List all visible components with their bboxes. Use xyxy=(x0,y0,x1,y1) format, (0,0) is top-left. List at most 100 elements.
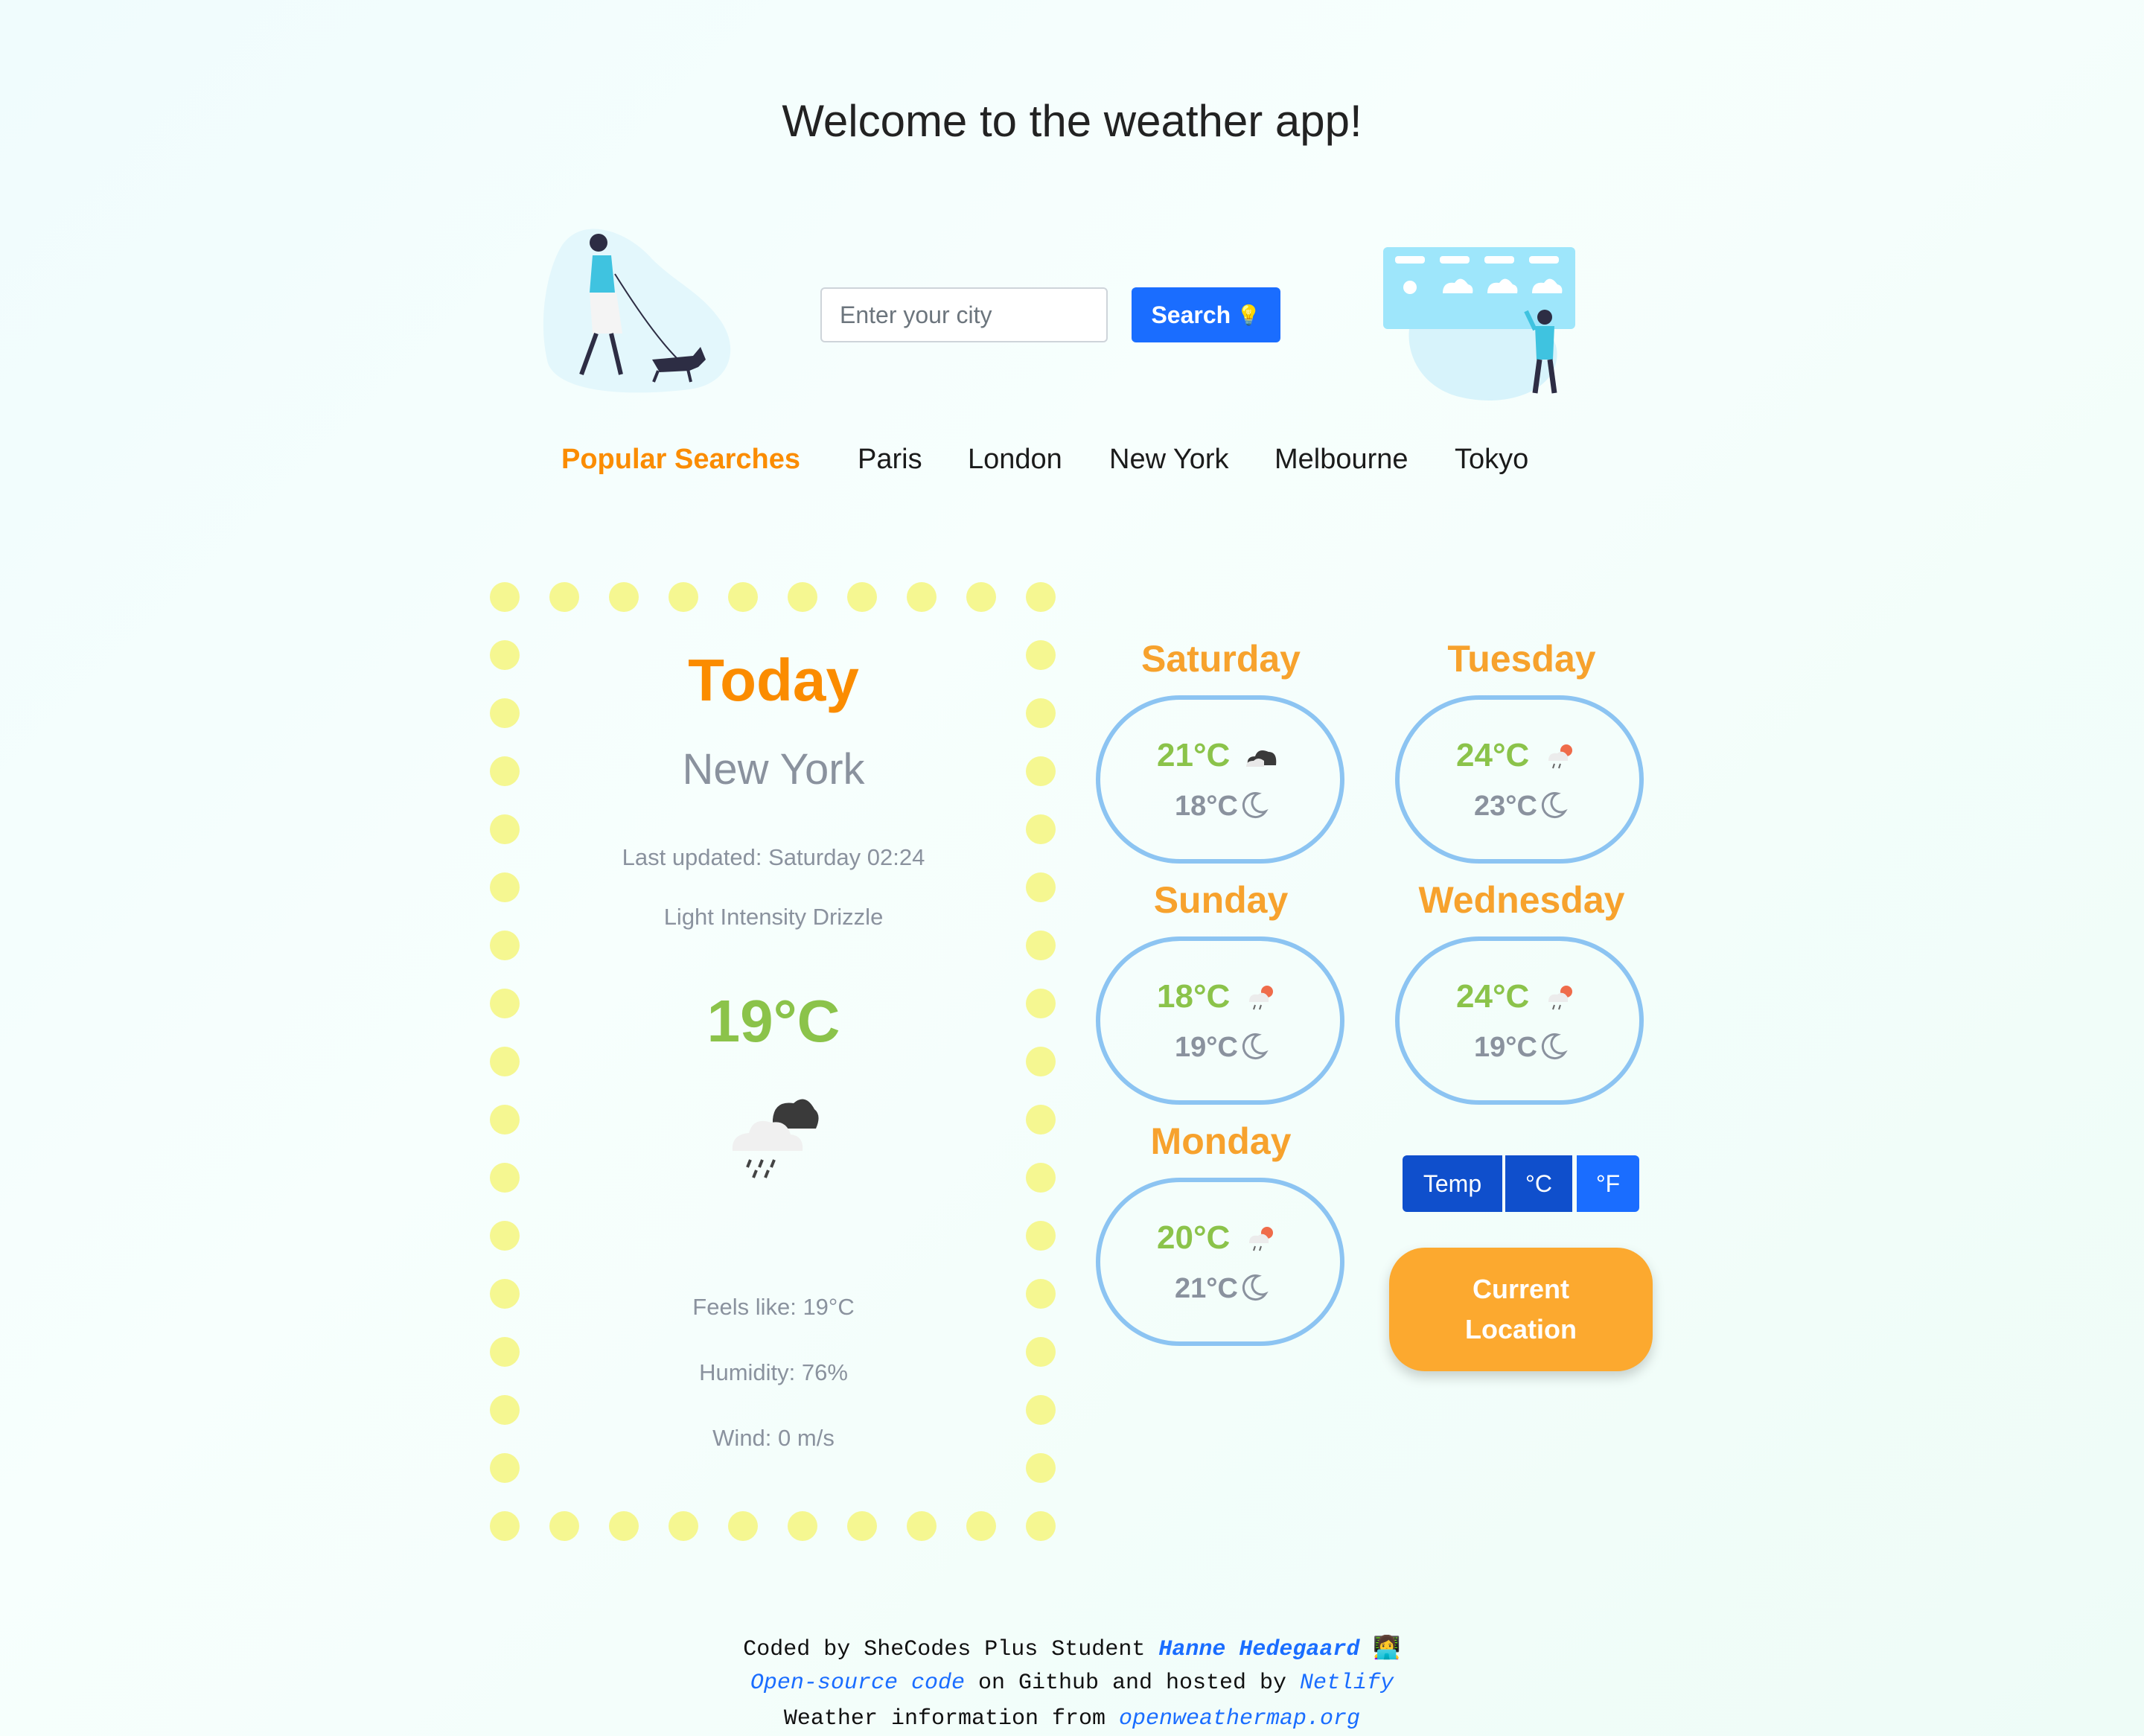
forecast-low: 21°C xyxy=(1175,1273,1238,1304)
moon-icon xyxy=(1541,792,1568,819)
border-dot xyxy=(1026,814,1056,844)
forecast-high: 24°C xyxy=(1456,978,1530,1015)
border-dot xyxy=(549,582,579,612)
footer-weather-text: Weather information from xyxy=(783,1706,1119,1732)
border-dot xyxy=(788,582,817,612)
author-link[interactable]: Hanne Hedegaard xyxy=(1158,1637,1359,1662)
forecast-day-label: Tuesday xyxy=(1447,638,1596,680)
forecast-low: 19°C xyxy=(1474,1032,1537,1063)
temp-unit-label-button[interactable]: Temp xyxy=(1403,1155,1502,1212)
moon-icon xyxy=(1541,1033,1568,1060)
forecast-high: 21°C xyxy=(1157,737,1231,773)
border-dot xyxy=(490,931,520,960)
city-name: New York xyxy=(682,745,865,794)
netlify-link[interactable]: Netlify xyxy=(1300,1670,1394,1696)
forecast-oval xyxy=(1096,695,1344,864)
border-dot xyxy=(728,1511,758,1541)
coder-emoji-icon: 👩‍💻 xyxy=(1373,1637,1401,1662)
footer-source-text: on Github and hosted by xyxy=(964,1670,1301,1696)
border-dot xyxy=(490,814,520,844)
city-search-input[interactable] xyxy=(820,287,1108,342)
search-button[interactable]: Search 💡 xyxy=(1132,287,1280,342)
footer-credit: Coded by SheCodes Plus Student Hanne Hed… xyxy=(0,1635,2144,1662)
source-code-link[interactable]: Open-source code xyxy=(750,1670,965,1696)
moon-icon xyxy=(1242,792,1269,819)
forecast-low: 19°C xyxy=(1175,1032,1238,1063)
border-dot xyxy=(1026,1511,1056,1541)
border-dot xyxy=(1026,582,1056,612)
forecast-day-label: Monday xyxy=(1150,1120,1292,1162)
current-location-line1: Current xyxy=(1472,1274,1569,1304)
page-title: Welcome to the weather app! xyxy=(782,96,1362,146)
border-dot xyxy=(1026,1105,1056,1135)
forecast-high: 18°C xyxy=(1157,978,1231,1015)
popular-city-melbourne[interactable]: Melbourne xyxy=(1274,444,1408,476)
celsius-button[interactable]: °C xyxy=(1505,1155,1572,1212)
popular-city-tokyo[interactable]: Tokyo xyxy=(1455,444,1528,476)
border-dot xyxy=(1026,931,1056,960)
rain-cloud-icon xyxy=(732,1099,819,1178)
border-dot xyxy=(1026,1221,1056,1251)
border-dot xyxy=(728,582,758,612)
border-dot xyxy=(1026,1453,1056,1483)
border-dot xyxy=(966,1511,996,1541)
border-dot xyxy=(490,582,520,612)
today-heading: Today xyxy=(688,647,859,713)
forecast-low: 18°C xyxy=(1175,791,1238,822)
border-dot xyxy=(847,1511,877,1541)
sun-rain-icon xyxy=(1548,986,1572,1010)
fahrenheit-button[interactable]: °F xyxy=(1577,1155,1639,1212)
forecast-oval xyxy=(1395,936,1644,1105)
weather-board-illustration xyxy=(1383,247,1575,401)
forecast-oval xyxy=(1096,936,1344,1105)
woman-walking-dog-illustration xyxy=(543,229,731,393)
border-dot xyxy=(847,582,877,612)
humidity: Humidity: 76% xyxy=(699,1359,848,1385)
wind-speed: Wind: 0 m/s xyxy=(712,1425,835,1451)
feels-like: Feels like: 19°C xyxy=(692,1294,855,1320)
sun-rain-icon xyxy=(1548,744,1572,769)
border-dot xyxy=(549,1511,579,1541)
lightbulb-icon: 💡 xyxy=(1237,303,1261,326)
forecast-oval xyxy=(1395,695,1644,864)
popular-city-paris[interactable]: Paris xyxy=(858,444,922,476)
border-dot xyxy=(669,1511,698,1541)
border-dot xyxy=(490,1395,520,1425)
openweathermap-link[interactable]: openweathermap.org xyxy=(1119,1706,1360,1732)
weather-description: Light Intensity Drizzle xyxy=(663,904,884,930)
border-dot xyxy=(788,1511,817,1541)
border-dot xyxy=(490,1221,520,1251)
popular-searches-heading: Popular Searches xyxy=(561,444,801,475)
moon-icon xyxy=(1242,1033,1269,1060)
cloud-icon xyxy=(1246,750,1277,767)
forecast-high: 20°C xyxy=(1157,1219,1231,1256)
forecast-day-label: Saturday xyxy=(1141,638,1301,680)
border-dot xyxy=(490,872,520,902)
current-location-line2: Location xyxy=(1465,1314,1577,1344)
border-dot xyxy=(907,582,937,612)
border-dot xyxy=(490,1453,520,1483)
popular-searches-bar: Popular Searches Paris London New York M… xyxy=(0,444,2144,488)
search-button-label: Search xyxy=(1151,301,1231,328)
sun-rain-icon xyxy=(1249,1227,1273,1251)
forecast-high: 24°C xyxy=(1456,737,1530,773)
border-dot xyxy=(1026,872,1056,902)
forecast-low: 23°C xyxy=(1474,791,1537,822)
border-dot xyxy=(609,1511,639,1541)
popular-city-london[interactable]: London xyxy=(968,444,1062,476)
border-dot xyxy=(609,582,639,612)
border-dot xyxy=(1026,1163,1056,1193)
footer-credit-text: Coded by SheCodes Plus Student xyxy=(743,1637,1159,1662)
border-dot xyxy=(490,1511,520,1541)
footer-source: Open-source code on Github and hosted by… xyxy=(0,1670,2144,1696)
forecast-day-label: Wednesday xyxy=(1418,879,1625,921)
current-location-button[interactable]: Current Location xyxy=(1389,1248,1653,1371)
last-updated: Last updated: Saturday 02:24 xyxy=(622,844,925,870)
border-dot xyxy=(490,1163,520,1193)
border-dot xyxy=(966,582,996,612)
popular-city-new-york[interactable]: New York xyxy=(1109,444,1229,476)
sun-rain-icon xyxy=(1249,986,1273,1010)
today-card-border xyxy=(490,582,1056,1542)
current-temperature: 19°C xyxy=(706,988,840,1054)
border-dot xyxy=(1026,1395,1056,1425)
